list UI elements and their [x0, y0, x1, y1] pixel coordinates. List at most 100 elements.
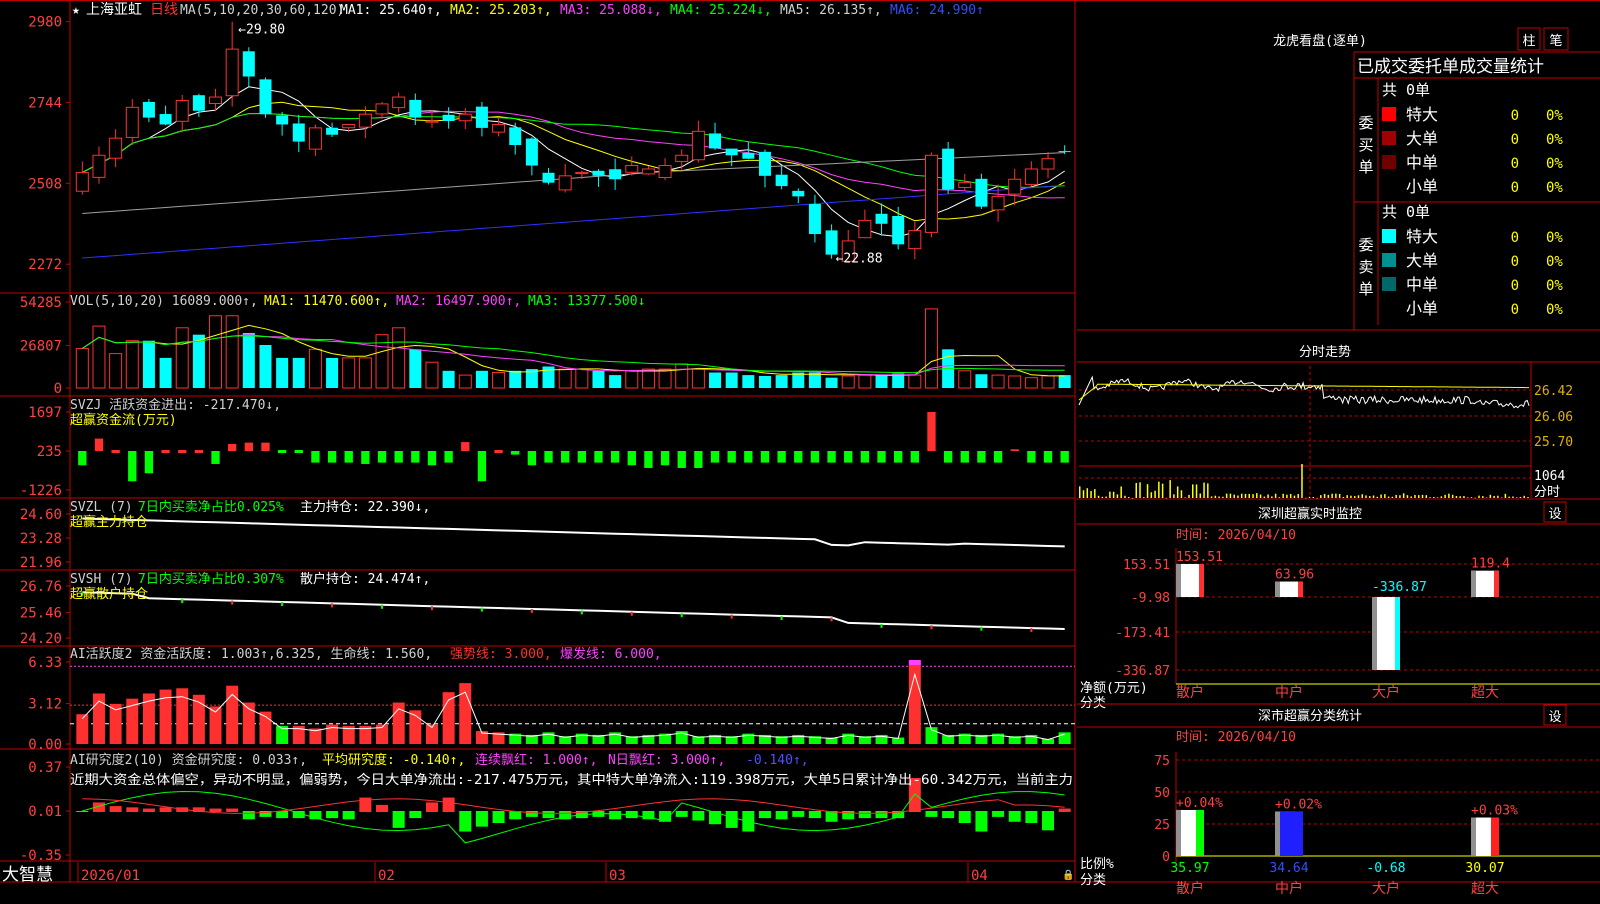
fund-flow-bar-down: [844, 451, 853, 463]
vol-ma-value: MA2: 16497.900↑,: [396, 294, 521, 309]
sell-color-swatch: [1382, 301, 1396, 315]
ai1-strong: 强势线: 3.000,: [450, 646, 552, 662]
sell-row-name: 大单: [1406, 251, 1438, 270]
minute-volume-bar: [1466, 497, 1469, 498]
szmon-bar[interactable]: [1275, 581, 1303, 597]
minute-volume-bar: [1320, 495, 1322, 498]
szmon-y-label: 净额(万元): [1080, 681, 1148, 696]
research-bar: [1058, 808, 1071, 812]
research-bar: [1025, 811, 1038, 823]
fund-flow-bar-down: [644, 451, 653, 468]
szmon-bar-edge: [1298, 581, 1303, 597]
minute-volume-bar: [1519, 496, 1522, 498]
szmon-bar[interactable]: [1176, 564, 1204, 597]
retail-tick: [580, 610, 583, 615]
lock-icon[interactable]: 🔒: [1062, 869, 1074, 881]
minute-volume-bar: [1116, 494, 1119, 498]
minute-volume-bar: [1353, 496, 1356, 498]
szcls-bar[interactable]: [1176, 809, 1204, 856]
candle-down: [709, 133, 722, 149]
minute-volume-bar: [1214, 495, 1217, 498]
fund-flow-bar-down: [128, 451, 137, 482]
retail-tick: [331, 603, 334, 608]
minute-volume-bar: [1301, 464, 1303, 498]
szcls-bar[interactable]: [1471, 817, 1499, 856]
volume-bar-up: [908, 374, 922, 389]
volume-bar-up: [92, 325, 106, 389]
longhu-title: 龙虎看盘(逐单): [1273, 33, 1367, 49]
fund-flow-bar-down: [577, 451, 586, 463]
candle-up: [358, 113, 372, 128]
svzj-y-tick: 235: [37, 444, 62, 460]
fund-flow-tick: [178, 450, 187, 454]
minute-volume-bar: [1222, 496, 1224, 498]
szcls-y-tick: 25: [1154, 818, 1170, 833]
szmon-bar-label: 153.51: [1176, 550, 1223, 565]
minute-volume-bar: [1165, 497, 1168, 499]
fund-flow-bar-down: [993, 451, 1003, 463]
candle-up: [1008, 178, 1022, 195]
szmon-y-tick: 153.51: [1123, 558, 1170, 573]
minute-title: 分时走势: [1299, 344, 1351, 360]
research-bar: [992, 811, 1005, 817]
minute-volume-bar: [1512, 496, 1514, 498]
fund-flow-bar-down: [361, 451, 370, 464]
volume-bar-up: [1041, 375, 1055, 389]
minute-volume-bar: [1402, 493, 1405, 498]
stock-name[interactable]: 上海亚虹: [86, 2, 142, 18]
x-axis-label: 2026/01: [81, 868, 140, 884]
x-axis-label: 04: [971, 868, 988, 884]
y-tick-price: 2980: [28, 15, 62, 31]
y-tick-price: 2272: [28, 257, 62, 273]
svzl-pct: 7日内买卖净占比0.025%: [138, 499, 284, 515]
minute-volume-bar: [1210, 496, 1213, 498]
volume-bar-up: [658, 368, 672, 389]
fund-flow-bar-down: [810, 451, 820, 463]
minute-vol-label: 1064: [1534, 469, 1565, 484]
fund-flow-bar-up: [228, 443, 237, 452]
chart-canvas[interactable]: 2980 2744 2508 2272 ←29.80 ←22.88 ★ 上海亚虹 日线 MA(5,…: [0, 0, 1600, 900]
research-bar: [942, 811, 955, 819]
svsh-y-tick: 25.46: [20, 605, 62, 621]
minute-volume-bar: [1421, 494, 1424, 498]
volume-bar-up: [392, 327, 406, 389]
volume-bar-up: [625, 370, 639, 389]
bar-mode-label: 柱: [1522, 34, 1535, 49]
candle-down: [875, 213, 888, 224]
buy-color-swatch: [1382, 155, 1396, 169]
szcls-bar-shade: [1275, 811, 1280, 856]
volume-bar-down: [159, 357, 172, 388]
fund-flow-bar-down: [511, 451, 520, 455]
volume-bar-down: [742, 375, 755, 388]
candle-down: [292, 123, 305, 142]
szmon-bar[interactable]: [1471, 570, 1499, 597]
szcls-bar[interactable]: [1275, 811, 1303, 856]
fund-flow-bar-up: [461, 442, 470, 452]
y-tick-price: 2744: [28, 96, 62, 112]
szmon-bar[interactable]: [1372, 597, 1400, 670]
main-holding-line: [82, 517, 1065, 548]
research-bar: [1008, 811, 1021, 822]
szmon-category-label: 中户: [1275, 684, 1303, 701]
candle-down: [792, 190, 805, 197]
candle-up: [492, 123, 506, 133]
minute-volume-bar: [1482, 496, 1484, 498]
ai1-y-tick: 3.12: [28, 697, 62, 713]
minute-volume-bar: [1433, 496, 1435, 498]
candle-up: [458, 113, 472, 122]
research-bar: [975, 811, 988, 832]
szmon-category-label: 散户: [1176, 684, 1204, 701]
volume-bar-up: [492, 372, 506, 389]
vol-ma-value: MA3: 13377.500↓: [528, 294, 645, 309]
volume-bar-up: [75, 347, 89, 389]
volume-bar-up: [858, 374, 872, 389]
volume-bar-down: [509, 370, 522, 388]
candle-down: [758, 151, 771, 176]
minute-volume-bar: [1331, 493, 1333, 498]
research-bar: [692, 811, 705, 821]
svsh-y-tick: 24.20: [20, 631, 62, 647]
minute-volume-bar: [1263, 496, 1266, 498]
minute-y-tick: 26.06: [1534, 410, 1573, 425]
stock-terminal: 2980 2744 2508 2272 ←29.80 ←22.88 ★ 上海亚虹 日线 MA(5,…: [0, 0, 1600, 900]
buy-row-name: 大单: [1406, 129, 1438, 148]
